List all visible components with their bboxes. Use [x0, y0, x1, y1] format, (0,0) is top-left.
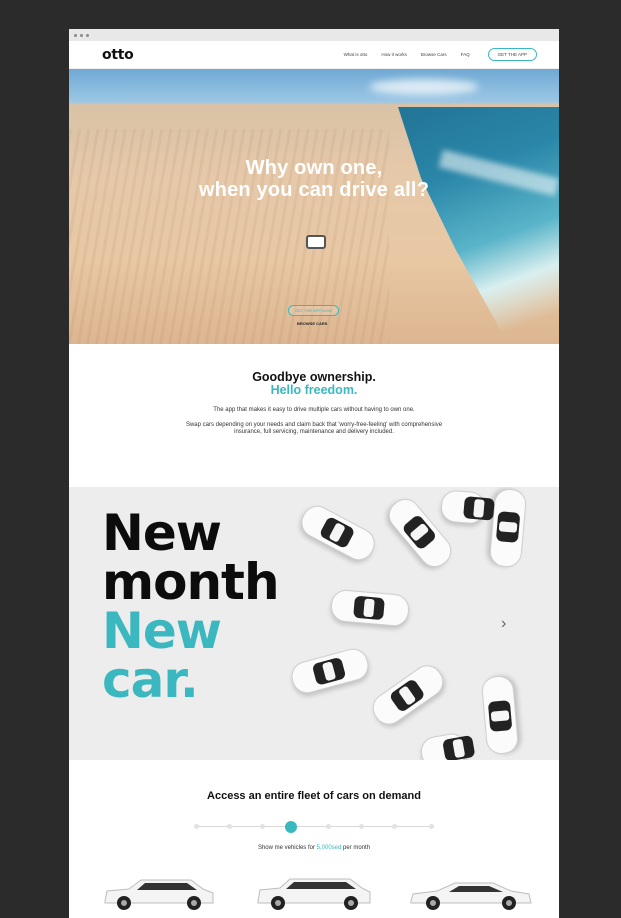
car-image	[329, 588, 411, 628]
nav-link-browse-cars[interactable]: Browse Cars	[421, 52, 447, 57]
hero-car-image	[306, 235, 326, 249]
car-image	[488, 487, 528, 569]
promo-line-new: New	[102, 504, 222, 562]
top-navigation: otto What is otto How it works Browse Ca…	[69, 41, 559, 69]
slider-tick	[429, 824, 434, 829]
vehicle-list	[69, 851, 559, 918]
sedan-car-image[interactable]	[409, 877, 533, 911]
intro-paragraph-1: The app that makes it easy to drive mult…	[213, 407, 415, 413]
slider-tick	[392, 824, 397, 829]
slider-tick	[260, 824, 265, 829]
hero-title: Why own one, when you can drive all?	[69, 157, 559, 201]
suv-car-image[interactable]	[99, 877, 217, 911]
car-image	[439, 489, 487, 525]
slider-handle[interactable]	[285, 821, 298, 833]
nav-links: What is otto How it works Browse Cars FA…	[344, 48, 537, 61]
promo-headline: New month New car.	[102, 504, 280, 709]
fleet-section: Access an entire fleet of cars on demand…	[69, 760, 559, 918]
intro-section: Goodbye ownership. Hello freedom. The ap…	[69, 344, 559, 487]
intro-subheading: Hello freedom.	[270, 383, 358, 397]
otto-logo[interactable]: otto	[102, 47, 134, 63]
slider-tick	[359, 824, 364, 829]
hero-section: Why own one, when you can drive all? GET…	[69, 69, 559, 344]
car-image	[418, 731, 470, 760]
window-dot	[86, 33, 89, 37]
window-dot	[74, 33, 77, 37]
promo-line-car: car.	[102, 651, 199, 709]
hero-browse-cars-link[interactable]: BROWSE CARS	[297, 321, 327, 326]
chevron-right-icon[interactable]: ›	[501, 615, 506, 633]
nav-link-what-is-otto[interactable]: What is otto	[344, 52, 368, 57]
nav-link-faq[interactable]: FAQ	[461, 52, 470, 57]
fleet-heading: Access an entire fleet of cars on demand	[207, 790, 421, 802]
hero-title-line-2: when you can drive all?	[198, 179, 430, 201]
window-dot	[80, 33, 83, 37]
car-image	[296, 500, 380, 566]
slider-tick	[227, 824, 232, 829]
slider-tick	[326, 824, 331, 829]
hero-cloud	[369, 79, 479, 95]
price-slider[interactable]	[194, 821, 434, 833]
car-image	[480, 674, 520, 756]
car-image	[288, 645, 372, 697]
slider-tick	[194, 824, 199, 829]
promo-line-new-teal: New	[102, 602, 222, 660]
nav-link-how-it-works[interactable]: How it works	[381, 52, 407, 57]
browser-window: otto What is otto How it works Browse Ca…	[69, 29, 559, 918]
intro-paragraph-2: Swap cars depending on your needs and cl…	[185, 421, 443, 436]
browser-chrome	[69, 29, 559, 41]
promo-line-month: month	[102, 553, 280, 611]
get-the-app-button[interactable]: GET THE APP	[487, 48, 537, 61]
suv-car-image[interactable]	[254, 877, 374, 911]
car-image	[366, 659, 450, 731]
hero-get-app-button[interactable]: GET THE APP NOW	[288, 305, 339, 316]
hero-title-line-1: Why own one,	[245, 157, 383, 179]
new-car-promo: New month New car. ›	[69, 487, 559, 760]
